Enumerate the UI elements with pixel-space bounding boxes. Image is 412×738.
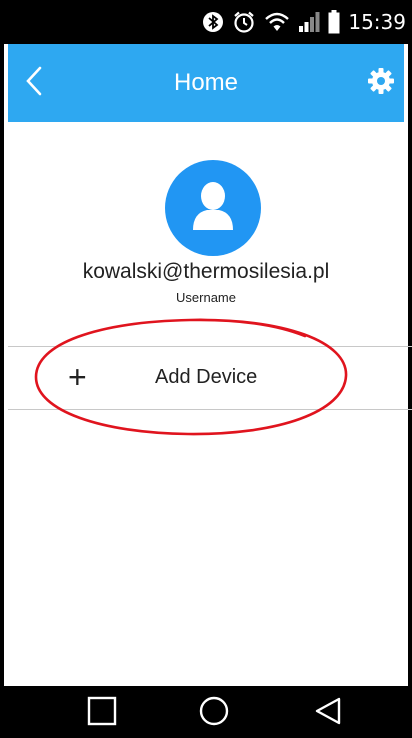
status-time: 15:39: [348, 10, 406, 34]
status-bar: 15:39: [0, 0, 412, 44]
add-device-button[interactable]: + Add Device: [8, 347, 404, 409]
bluetooth-icon: [202, 11, 224, 33]
user-email: kowalski@thermosilesia.pl: [82, 260, 330, 283]
username-label: Username: [176, 290, 236, 305]
plus-icon: +: [68, 359, 87, 395]
add-device-label: Add Device: [155, 366, 258, 388]
home-icon: [198, 695, 230, 732]
navigation-bar: [0, 686, 412, 738]
signal-icon: [298, 11, 320, 33]
alarm-icon: [232, 10, 256, 34]
gear-icon: [366, 66, 396, 101]
back-triangle-icon: [313, 696, 343, 731]
page-title: Home: [173, 69, 239, 96]
back-button[interactable]: [16, 62, 52, 104]
chevron-left-icon: [24, 66, 44, 101]
app-bar: Home: [8, 44, 404, 122]
avatar[interactable]: [165, 160, 261, 256]
divider: [8, 409, 412, 410]
settings-button[interactable]: [362, 64, 400, 102]
person-icon: [189, 180, 237, 237]
battery-icon: [328, 10, 340, 34]
recent-apps-button[interactable]: [84, 696, 120, 730]
home-button[interactable]: [196, 695, 232, 731]
recent-apps-icon: [87, 696, 117, 731]
wifi-icon: [264, 11, 290, 33]
back-nav-button[interactable]: [310, 695, 346, 731]
